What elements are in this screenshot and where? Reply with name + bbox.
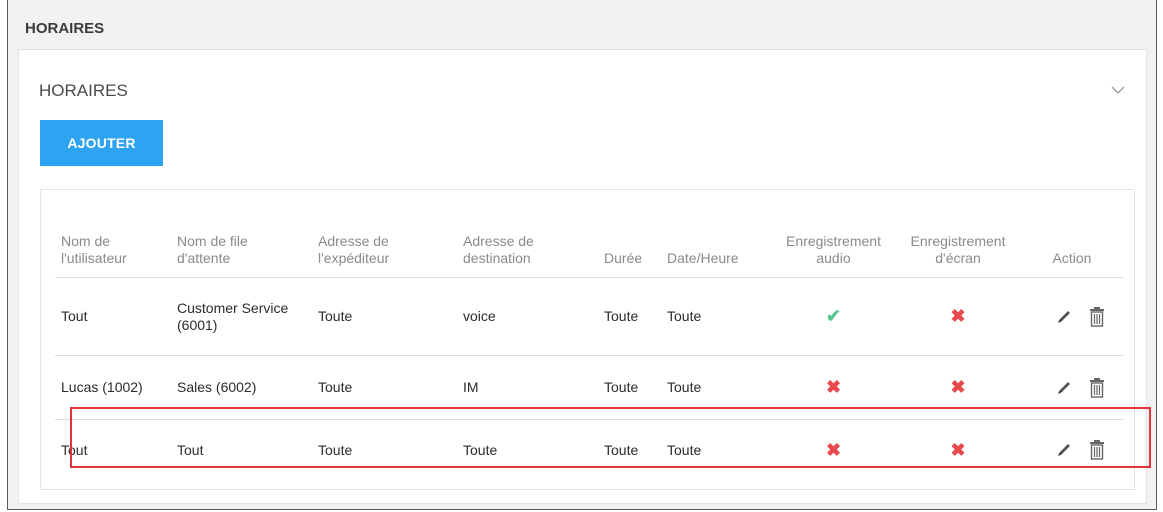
cell-sender: Toute	[318, 355, 463, 420]
col-header-audio: Enregistrement audio	[772, 214, 895, 278]
col-header-action: Action	[1021, 214, 1123, 278]
cell-user: Lucas (1002)	[55, 355, 177, 420]
table-row: Lucas (1002) Sales (6002) Toute IM Toute Tout…	[55, 355, 1123, 420]
col-header-screen: Enregistrement d'écran	[895, 214, 1021, 278]
table-row: Tout Customer Service (6001) Toute voice Tou…	[55, 277, 1123, 356]
table-row: Tout Tout Toute Toute Toute Toute ✖ ✖	[55, 420, 1123, 481]
col-header-destination: Adresse de destination	[463, 214, 604, 278]
col-header-sender: Adresse de l'expéditeur	[318, 214, 463, 278]
chevron-down-icon[interactable]	[1111, 83, 1125, 97]
cell-datetime: Toute	[667, 355, 772, 420]
cross-icon: ✖	[950, 306, 966, 326]
cell-screen: ✖	[895, 420, 1021, 481]
cell-queue: Customer Service (6001)	[177, 277, 318, 356]
table-header-row: Nom de l'utilisateur Nom de file d'attente…	[55, 214, 1123, 278]
cell-dest: IM	[463, 355, 604, 420]
cross-icon: ✖	[950, 439, 966, 460]
pencil-icon[interactable]	[1055, 308, 1073, 326]
cell-audio: ✖	[772, 420, 895, 481]
check-icon: ✔	[825, 306, 842, 326]
cell-sender: Toute	[318, 277, 463, 356]
trash-icon[interactable]	[1089, 306, 1105, 327]
col-header-duration: Durée	[604, 214, 667, 278]
pencil-icon[interactable]	[1055, 379, 1073, 397]
cell-duration: Toute	[604, 277, 667, 356]
cross-icon: ✖	[825, 439, 842, 460]
cell-queue: Tout	[177, 441, 204, 458]
section-title: HORAIRES	[25, 20, 105, 37]
cell-action	[1021, 355, 1123, 420]
cell-audio: ✖	[772, 355, 895, 420]
cross-icon: ✖	[950, 377, 966, 397]
trash-icon[interactable]	[1089, 440, 1105, 460]
col-header-user: Nom de l'utilisateur	[55, 214, 177, 278]
schedules-section: HORAIRES HORAIRES AJOUTER Nom de l'utilis…	[7, 0, 1157, 510]
cell-dest: Toute	[463, 441, 498, 458]
cell-action	[1021, 277, 1123, 356]
cell-datetime: Toute	[667, 277, 772, 356]
add-button[interactable]: AJOUTER	[40, 120, 163, 166]
col-header-datetime: Date/Heure	[667, 214, 772, 278]
cell-user: Tout	[55, 277, 177, 356]
cell-screen: ✖	[895, 277, 1021, 356]
cell-duration: Toute	[604, 355, 667, 420]
panel-title: HORAIRES	[39, 81, 128, 100]
pencil-icon[interactable]	[1055, 441, 1073, 459]
schedules-table-container: Nom de l'utilisateur Nom de file d'attente…	[40, 189, 1151, 490]
cell-sender: Toute	[318, 441, 353, 458]
trash-icon[interactable]	[1089, 377, 1105, 398]
schedules-table: Nom de l'utilisateur Nom de file d'attente…	[55, 214, 1123, 480]
col-header-queue: Nom de file d'attente	[177, 214, 318, 278]
cell-duration: Toute	[604, 441, 639, 458]
cell-queue: Sales (6002)	[177, 355, 318, 420]
cell-audio: ✔	[772, 277, 895, 356]
schedules-panel: HORAIRES AJOUTER Nom de l'utilisateur Nom…	[18, 49, 1151, 504]
cell-screen: ✖	[895, 355, 1021, 420]
cell-datetime: Toute	[667, 441, 702, 458]
cell-action	[1021, 420, 1123, 481]
cross-icon: ✖	[825, 377, 842, 397]
cell-user: Tout	[61, 441, 88, 458]
cell-dest: voice	[463, 277, 604, 356]
